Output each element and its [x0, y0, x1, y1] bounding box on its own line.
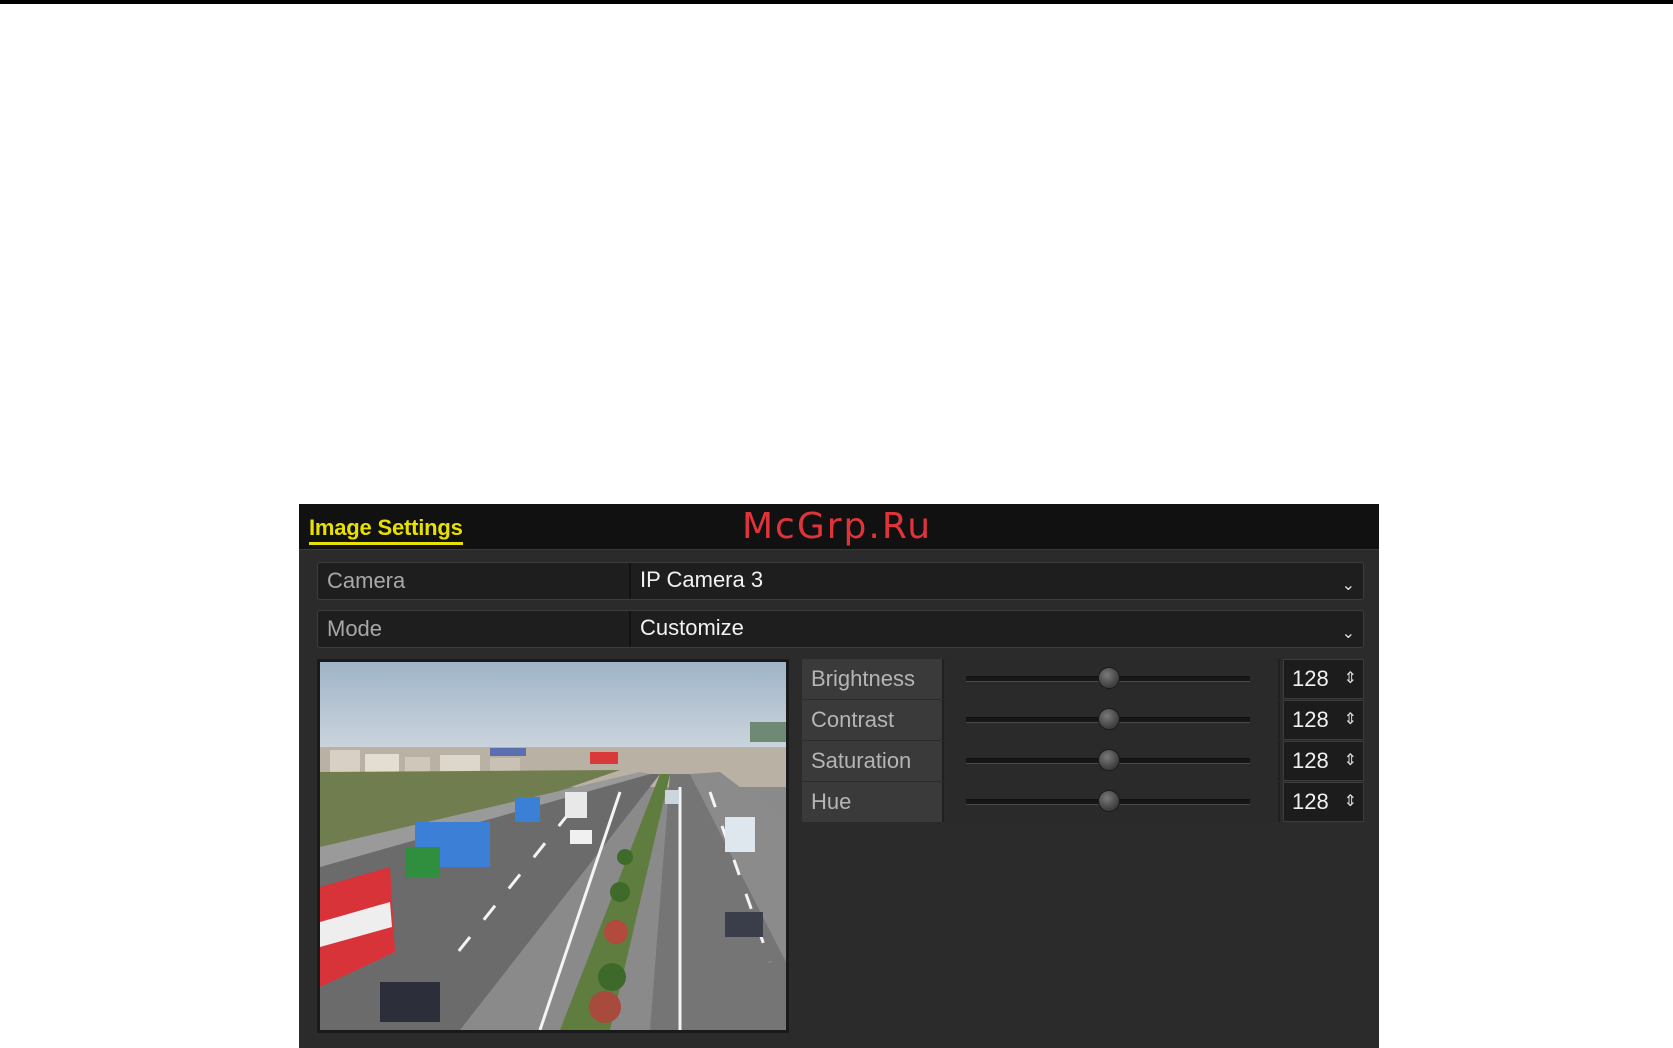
brightness-slider[interactable] [946, 659, 1280, 699]
contrast-spinner[interactable]: 128 ⇕ [1283, 700, 1364, 740]
brightness-value: 128 [1292, 666, 1329, 691]
camera-select[interactable]: IP Camera 3 ⌄ [633, 563, 1363, 599]
slider-handle[interactable] [1098, 708, 1120, 730]
slider-handle[interactable] [1098, 667, 1120, 689]
hue-slider[interactable] [946, 782, 1280, 822]
image-settings-panel: Image Settings McGrp.Ru Camera IP Camera… [299, 504, 1379, 1048]
mode-select[interactable]: Customize ⌄ [633, 611, 1363, 647]
watermark-text: McGrp.Ru [742, 506, 933, 547]
chevron-down-icon[interactable]: ⌄ [1342, 569, 1355, 603]
mode-select-value: Customize [640, 615, 744, 640]
camera-select-value: IP Camera 3 [640, 567, 764, 592]
saturation-value: 128 [1292, 748, 1329, 773]
brightness-label: Brightness [802, 659, 944, 699]
saturation-label: Saturation [802, 741, 944, 781]
brightness-row: Brightness 128 ⇕ [802, 659, 1364, 699]
contrast-row: Contrast 128 ⇕ [802, 700, 1364, 740]
slider-handle[interactable] [1098, 749, 1120, 771]
spinner-arrows-icon[interactable]: ⇕ [1344, 660, 1357, 698]
contrast-label: Contrast [802, 700, 944, 740]
image-adjustments: Brightness 128 ⇕ Contrast 128 ⇕ Saturati… [802, 659, 1364, 823]
camera-preview-image [317, 659, 789, 1033]
mode-row: Mode Customize ⌄ [317, 610, 1364, 648]
top-border [0, 0, 1673, 4]
camera-label: Camera [318, 563, 631, 599]
hue-label: Hue [802, 782, 944, 822]
saturation-row: Saturation 128 ⇕ [802, 741, 1364, 781]
saturation-slider[interactable] [946, 741, 1280, 781]
hue-row: Hue 128 ⇕ [802, 782, 1364, 822]
chevron-down-icon[interactable]: ⌄ [1342, 617, 1355, 651]
slider-handle[interactable] [1098, 790, 1120, 812]
contrast-slider[interactable] [946, 700, 1280, 740]
spinner-arrows-icon[interactable]: ⇕ [1344, 783, 1357, 821]
camera-row: Camera IP Camera 3 ⌄ [317, 562, 1364, 600]
highway-scene [320, 662, 786, 1030]
mode-label: Mode [318, 611, 631, 647]
hue-value: 128 [1292, 789, 1329, 814]
contrast-value: 128 [1292, 707, 1329, 732]
spinner-arrows-icon[interactable]: ⇕ [1344, 742, 1357, 780]
title-bar: Image Settings McGrp.Ru [299, 504, 1379, 550]
brightness-spinner[interactable]: 128 ⇕ [1283, 659, 1364, 699]
page-title[interactable]: Image Settings [309, 515, 463, 545]
saturation-spinner[interactable]: 128 ⇕ [1283, 741, 1364, 781]
spinner-arrows-icon[interactable]: ⇕ [1344, 701, 1357, 739]
hue-spinner[interactable]: 128 ⇕ [1283, 782, 1364, 822]
